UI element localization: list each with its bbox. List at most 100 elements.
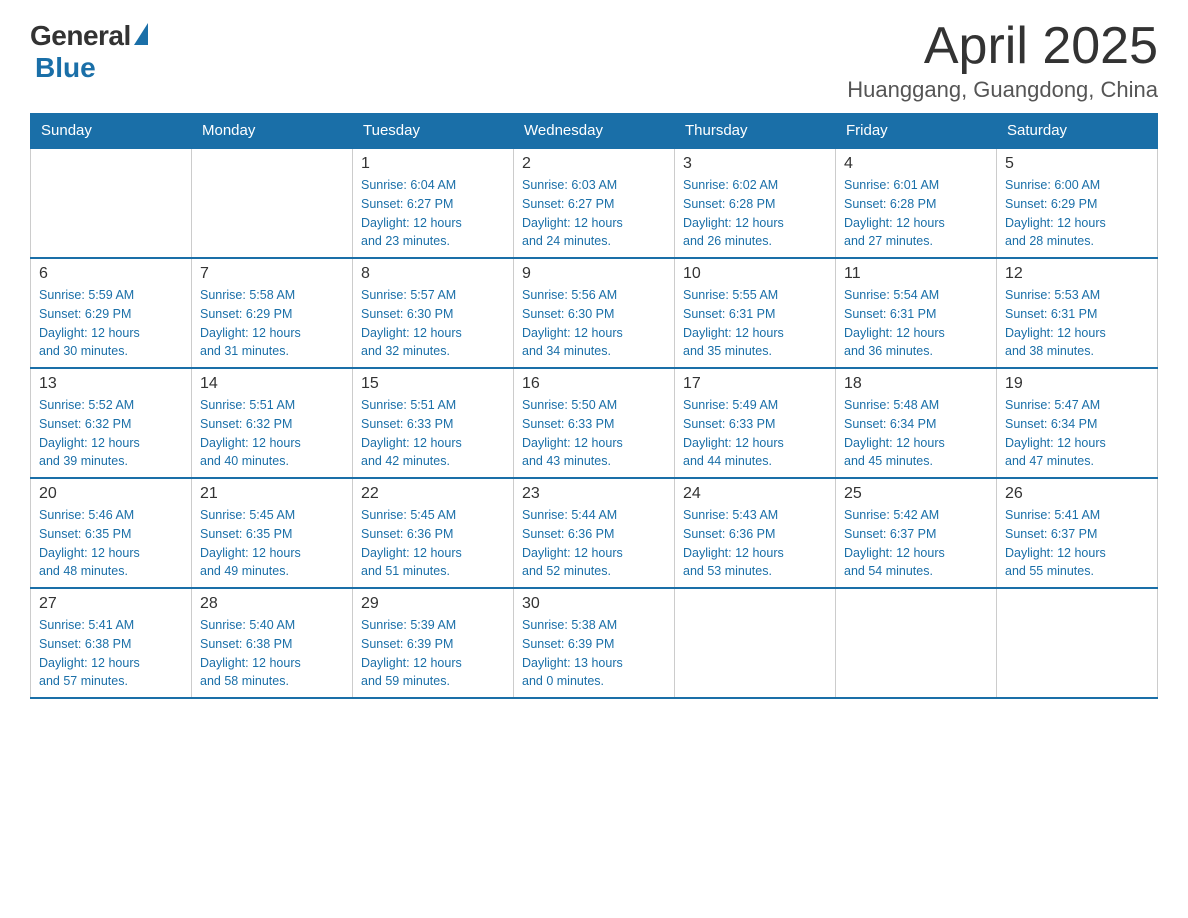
day-info: Sunrise: 5:50 AM Sunset: 6:33 PM Dayligh…	[522, 396, 666, 471]
calendar-cell: 4 Sunrise: 6:01 AM Sunset: 6:28 PM Daylig…	[836, 148, 997, 258]
day-number: 9	[522, 265, 666, 283]
day-info: Sunrise: 5:54 AM Sunset: 6:31 PM Dayligh…	[844, 286, 988, 361]
day-info: Sunrise: 5:41 AM Sunset: 6:38 PM Dayligh…	[39, 616, 183, 691]
calendar-cell: 12 Sunrise: 5:53 AM Sunset: 6:31 PM Dayli…	[997, 258, 1158, 368]
day-info: Sunrise: 5:46 AM Sunset: 6:35 PM Dayligh…	[39, 506, 183, 581]
weekday-header-saturday: Saturday	[997, 114, 1158, 149]
day-number: 3	[683, 155, 827, 173]
calendar-cell: 19Sunrise: 5:47 AM Sunset: 6:34 PM Dayli…	[997, 368, 1158, 478]
calendar-cell: 25Sunrise: 5:42 AM Sunset: 6:37 PM Dayli…	[836, 478, 997, 588]
calendar-table: SundayMondayTuesdayWednesdayThursdayFrid…	[30, 113, 1158, 699]
day-info: Sunrise: 5:59 AM Sunset: 6:29 PM Dayligh…	[39, 286, 183, 361]
day-info: Sunrise: 5:53 AM Sunset: 6:31 PM Dayligh…	[1005, 286, 1149, 361]
calendar-cell	[192, 148, 353, 258]
logo-triangle-icon	[134, 23, 148, 45]
day-info: Sunrise: 5:51 AM Sunset: 6:32 PM Dayligh…	[200, 396, 344, 471]
day-info: Sunrise: 5:55 AM Sunset: 6:31 PM Dayligh…	[683, 286, 827, 361]
day-info: Sunrise: 5:41 AM Sunset: 6:37 PM Dayligh…	[1005, 506, 1149, 581]
weekday-header-row: SundayMondayTuesdayWednesdayThursdayFrid…	[31, 114, 1158, 149]
calendar-cell: 27 Sunrise: 5:41 AM Sunset: 6:38 PM Dayli…	[31, 588, 192, 698]
calendar-cell: 23Sunrise: 5:44 AM Sunset: 6:36 PM Dayli…	[514, 478, 675, 588]
day-info: Sunrise: 6:02 AM Sunset: 6:28 PM Dayligh…	[683, 176, 827, 251]
weekday-header-wednesday: Wednesday	[514, 114, 675, 149]
day-number: 22	[361, 485, 505, 503]
calendar-cell: 30Sunrise: 5:38 AM Sunset: 6:39 PM Dayli…	[514, 588, 675, 698]
day-info: Sunrise: 5:49 AM Sunset: 6:33 PM Dayligh…	[683, 396, 827, 471]
weekday-header-friday: Friday	[836, 114, 997, 149]
calendar-week-row: 1 Sunrise: 6:04 AM Sunset: 6:27 PM Daylig…	[31, 148, 1158, 258]
calendar-cell: 20 Sunrise: 5:46 AM Sunset: 6:35 PM Dayli…	[31, 478, 192, 588]
calendar-cell: 2 Sunrise: 6:03 AM Sunset: 6:27 PM Daylig…	[514, 148, 675, 258]
day-info: Sunrise: 5:42 AM Sunset: 6:37 PM Dayligh…	[844, 506, 988, 581]
calendar-cell: 10 Sunrise: 5:55 AM Sunset: 6:31 PM Dayli…	[675, 258, 836, 368]
day-number: 7	[200, 265, 344, 283]
calendar-cell: 16 Sunrise: 5:50 AM Sunset: 6:33 PM Dayli…	[514, 368, 675, 478]
day-info: Sunrise: 6:01 AM Sunset: 6:28 PM Dayligh…	[844, 176, 988, 251]
calendar-cell: 29Sunrise: 5:39 AM Sunset: 6:39 PM Dayli…	[353, 588, 514, 698]
calendar-week-row: 27 Sunrise: 5:41 AM Sunset: 6:38 PM Dayli…	[31, 588, 1158, 698]
logo-general-text: General	[30, 20, 131, 52]
day-number: 10	[683, 265, 827, 283]
day-info: Sunrise: 5:45 AM Sunset: 6:36 PM Dayligh…	[361, 506, 505, 581]
day-number: 6	[39, 265, 183, 283]
logo: General Blue	[30, 20, 148, 84]
calendar-cell: 1 Sunrise: 6:04 AM Sunset: 6:27 PM Daylig…	[353, 148, 514, 258]
weekday-header-thursday: Thursday	[675, 114, 836, 149]
calendar-cell: 15 Sunrise: 5:51 AM Sunset: 6:33 PM Dayli…	[353, 368, 514, 478]
calendar-cell	[675, 588, 836, 698]
calendar-cell	[997, 588, 1158, 698]
day-number: 27	[39, 595, 183, 613]
day-number: 4	[844, 155, 988, 173]
weekday-header-sunday: Sunday	[31, 114, 192, 149]
calendar-cell: 22 Sunrise: 5:45 AM Sunset: 6:36 PM Dayli…	[353, 478, 514, 588]
day-number: 15	[361, 375, 505, 393]
day-info: Sunrise: 5:58 AM Sunset: 6:29 PM Dayligh…	[200, 286, 344, 361]
calendar-cell: 14 Sunrise: 5:51 AM Sunset: 6:32 PM Dayli…	[192, 368, 353, 478]
day-info: Sunrise: 5:56 AM Sunset: 6:30 PM Dayligh…	[522, 286, 666, 361]
day-info: Sunrise: 5:39 AM Sunset: 6:39 PM Dayligh…	[361, 616, 505, 691]
day-number: 8	[361, 265, 505, 283]
calendar-cell: 7 Sunrise: 5:58 AM Sunset: 6:29 PM Daylig…	[192, 258, 353, 368]
day-info: Sunrise: 5:43 AM Sunset: 6:36 PM Dayligh…	[683, 506, 827, 581]
calendar-cell: 26 Sunrise: 5:41 AM Sunset: 6:37 PM Dayli…	[997, 478, 1158, 588]
day-info: Sunrise: 6:04 AM Sunset: 6:27 PM Dayligh…	[361, 176, 505, 251]
calendar-cell: 6 Sunrise: 5:59 AM Sunset: 6:29 PM Daylig…	[31, 258, 192, 368]
calendar-week-row: 20 Sunrise: 5:46 AM Sunset: 6:35 PM Dayli…	[31, 478, 1158, 588]
calendar-cell: 9 Sunrise: 5:56 AM Sunset: 6:30 PM Daylig…	[514, 258, 675, 368]
calendar-cell: 28Sunrise: 5:40 AM Sunset: 6:38 PM Dayli…	[192, 588, 353, 698]
weekday-header-monday: Monday	[192, 114, 353, 149]
day-number: 16	[522, 375, 666, 393]
day-info: Sunrise: 5:57 AM Sunset: 6:30 PM Dayligh…	[361, 286, 505, 361]
calendar-cell	[836, 588, 997, 698]
calendar-cell: 17 Sunrise: 5:49 AM Sunset: 6:33 PM Dayli…	[675, 368, 836, 478]
day-number: 17	[683, 375, 827, 393]
day-number: 1	[361, 155, 505, 173]
day-number: 26	[1005, 485, 1149, 503]
day-info: Sunrise: 5:48 AM Sunset: 6:34 PM Dayligh…	[844, 396, 988, 471]
day-number: 18	[844, 375, 988, 393]
day-number: 21	[200, 485, 344, 503]
day-info: Sunrise: 5:51 AM Sunset: 6:33 PM Dayligh…	[361, 396, 505, 471]
calendar-cell: 11Sunrise: 5:54 AM Sunset: 6:31 PM Dayli…	[836, 258, 997, 368]
day-number: 2	[522, 155, 666, 173]
day-number: 19	[1005, 375, 1149, 393]
calendar-cell: 3 Sunrise: 6:02 AM Sunset: 6:28 PM Daylig…	[675, 148, 836, 258]
day-number: 20	[39, 485, 183, 503]
calendar-cell: 21 Sunrise: 5:45 AM Sunset: 6:35 PM Dayli…	[192, 478, 353, 588]
day-number: 30	[522, 595, 666, 613]
calendar-cell: 8 Sunrise: 5:57 AM Sunset: 6:30 PM Daylig…	[353, 258, 514, 368]
day-info: Sunrise: 5:45 AM Sunset: 6:35 PM Dayligh…	[200, 506, 344, 581]
page-header: General Blue April 2025 Huanggang, Guang…	[30, 20, 1158, 103]
day-number: 24	[683, 485, 827, 503]
day-number: 28	[200, 595, 344, 613]
day-number: 5	[1005, 155, 1149, 173]
day-number: 23	[522, 485, 666, 503]
month-title: April 2025	[847, 20, 1158, 72]
calendar-cell: 5 Sunrise: 6:00 AM Sunset: 6:29 PM Daylig…	[997, 148, 1158, 258]
day-number: 12	[1005, 265, 1149, 283]
calendar-cell: 24 Sunrise: 5:43 AM Sunset: 6:36 PM Dayli…	[675, 478, 836, 588]
calendar-week-row: 13Sunrise: 5:52 AM Sunset: 6:32 PM Dayli…	[31, 368, 1158, 478]
day-info: Sunrise: 6:00 AM Sunset: 6:29 PM Dayligh…	[1005, 176, 1149, 251]
day-number: 14	[200, 375, 344, 393]
day-info: Sunrise: 6:03 AM Sunset: 6:27 PM Dayligh…	[522, 176, 666, 251]
